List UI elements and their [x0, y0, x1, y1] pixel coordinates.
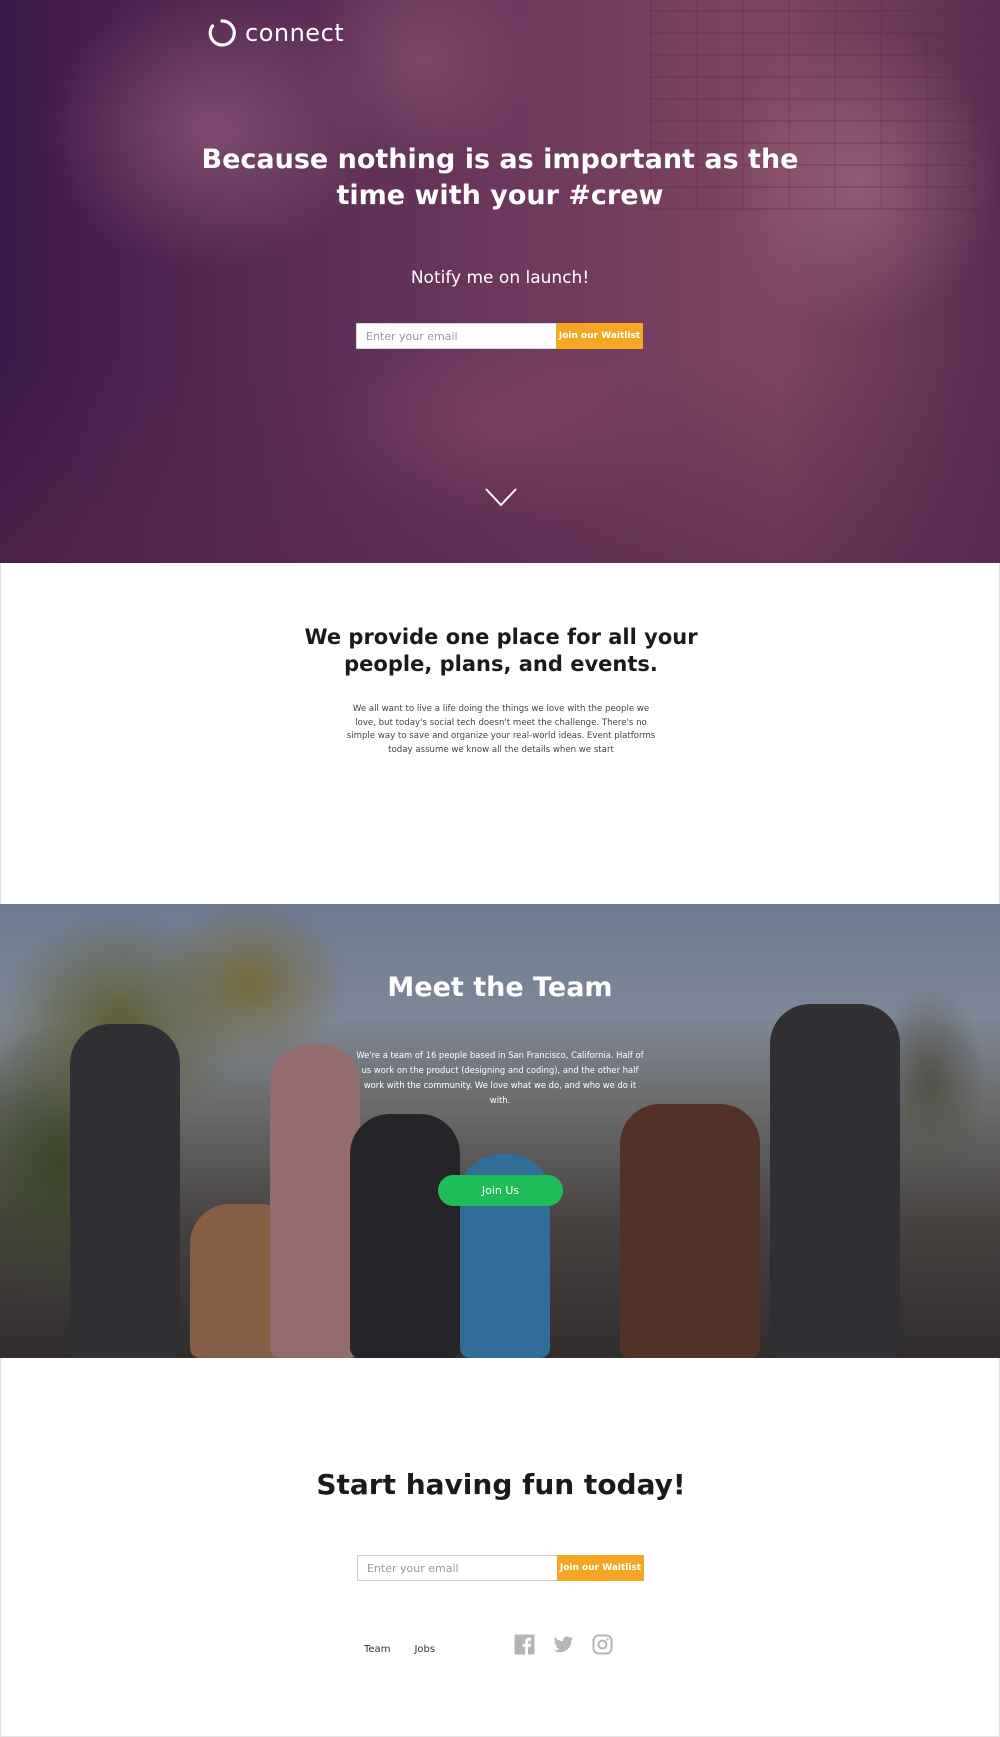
provide-body: We all want to live a life doing the thi… — [346, 704, 656, 755]
team-section: Meet the Team We're a team of 16 people … — [0, 904, 1000, 1358]
brand-name: connect — [245, 19, 345, 47]
hero-title: Because nothing is as important as the t… — [201, 144, 799, 211]
hero-signup-form: Join our Waitlist — [356, 323, 643, 349]
social-links — [514, 1634, 613, 1655]
hero-section: connect Because nothing is as important … — [0, 0, 1000, 563]
twitter-icon[interactable] — [553, 1634, 574, 1655]
provide-title: We provide one place for all your people… — [304, 625, 698, 676]
notify-text: Notify me on launch! — [410, 268, 590, 288]
hero-join-waitlist-button[interactable]: Join our Waitlist — [556, 323, 643, 349]
brand-logo[interactable]: connect — [207, 16, 344, 50]
facebook-icon[interactable] — [514, 1634, 535, 1655]
provide-section: We provide one place for all your people… — [0, 563, 1000, 904]
logo-ring-icon — [208, 19, 236, 47]
team-body: We're a team of 16 people based in San F… — [356, 1050, 644, 1105]
footer-join-waitlist-button[interactable]: Join our Waitlist — [557, 1555, 644, 1581]
fun-section: Start having fun today! Join our Waitlis… — [0, 1358, 1000, 1737]
chevron-down-icon[interactable] — [484, 486, 518, 508]
footer-link-team[interactable]: Team — [364, 1644, 390, 1655]
footer-email-input[interactable] — [357, 1555, 557, 1581]
footer-link-jobs[interactable]: Jobs — [414, 1644, 435, 1655]
fun-title: Start having fun today! — [316, 1468, 686, 1501]
team-title: Meet the Team — [387, 972, 613, 1003]
hero-email-input[interactable] — [356, 323, 556, 349]
footer-nav: Team Jobs — [364, 1644, 435, 1655]
instagram-icon[interactable] — [592, 1634, 613, 1655]
footer-signup-form: Join our Waitlist — [357, 1555, 644, 1581]
join-us-button[interactable]: Join Us — [438, 1175, 563, 1206]
